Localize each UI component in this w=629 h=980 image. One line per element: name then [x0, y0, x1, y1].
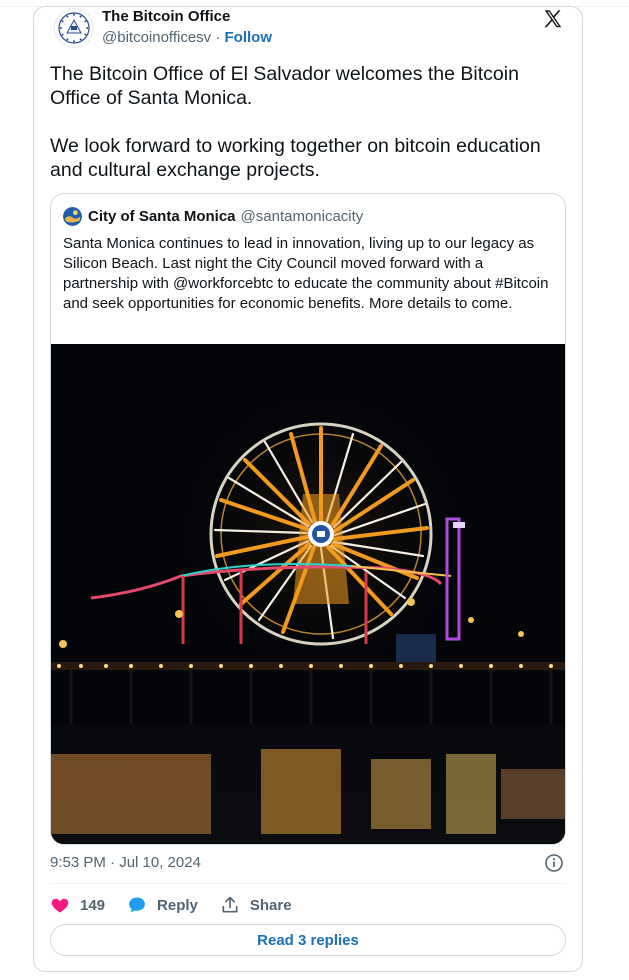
quoted-author-name[interactable]: City of Santa Monica: [88, 208, 236, 225]
quoted-author-handle[interactable]: @santamonicacity: [241, 208, 364, 225]
author-avatar[interactable]: [54, 8, 94, 48]
share-button[interactable]: Share: [220, 895, 292, 915]
post-text: The Bitcoin Office of El Salvador welcom…: [50, 62, 570, 206]
author-handle[interactable]: @bitcoinofficesv: [102, 29, 211, 46]
follow-button[interactable]: Follow: [225, 29, 273, 46]
read-replies-button[interactable]: Read 3 replies: [50, 924, 566, 956]
post-paragraph: We look forward to working together on b…: [50, 135, 541, 181]
actions-divider: [50, 883, 566, 884]
photo-illustration: [51, 344, 565, 844]
reply-label: Reply: [157, 896, 198, 914]
post-header: The Bitcoin Office @bitcoinofficesv · Fo…: [52, 8, 572, 48]
handle-separator: ·: [215, 29, 221, 46]
heart-icon: [51, 898, 69, 913]
info-icon[interactable]: [544, 853, 564, 873]
reply-bubble-icon: [129, 897, 145, 913]
like-button[interactable]: 149: [50, 895, 105, 915]
reply-button[interactable]: Reply: [127, 895, 198, 915]
pier-ferris-wheel-photo[interactable]: [51, 344, 565, 844]
post-paragraph: The Bitcoin Office of El Salvador welcom…: [50, 63, 519, 109]
quoted-post[interactable]: City of Santa Monica @santamonicacity Sa…: [50, 193, 566, 845]
quoted-post-text: Santa Monica continues to lead in innova…: [63, 235, 549, 312]
share-icon: [222, 896, 238, 913]
author-name[interactable]: The Bitcoin Office: [102, 8, 230, 25]
post-timestamp[interactable]: 9:53 PM · Jul 10, 2024: [50, 854, 201, 871]
seal-icon: [58, 12, 90, 44]
quoted-author-avatar: [63, 206, 82, 226]
author-handle-row: @bitcoinofficesv · Follow: [102, 29, 272, 46]
action-bar: 149 Reply Share: [50, 893, 314, 917]
quoted-post-header: City of Santa Monica @santamonicacity: [63, 206, 363, 226]
like-count: 149: [80, 896, 106, 914]
share-label: Share: [249, 896, 292, 914]
x-logo-icon[interactable]: [542, 8, 564, 30]
